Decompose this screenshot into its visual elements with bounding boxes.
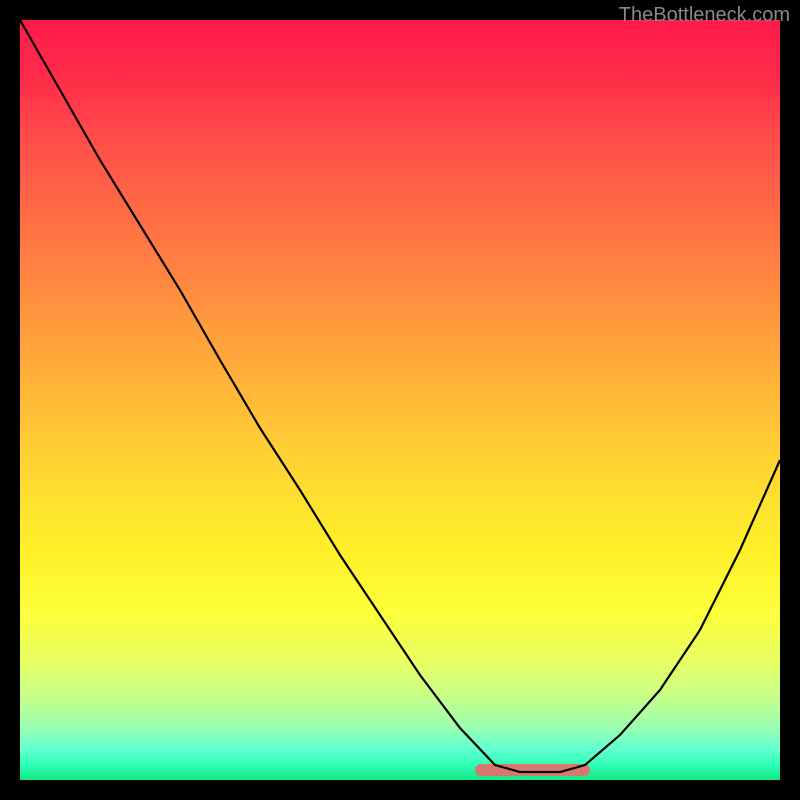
plot-area bbox=[20, 20, 780, 780]
curve-svg bbox=[20, 20, 780, 780]
watermark-text: TheBottleneck.com bbox=[619, 4, 790, 27]
curve-line bbox=[20, 20, 780, 772]
